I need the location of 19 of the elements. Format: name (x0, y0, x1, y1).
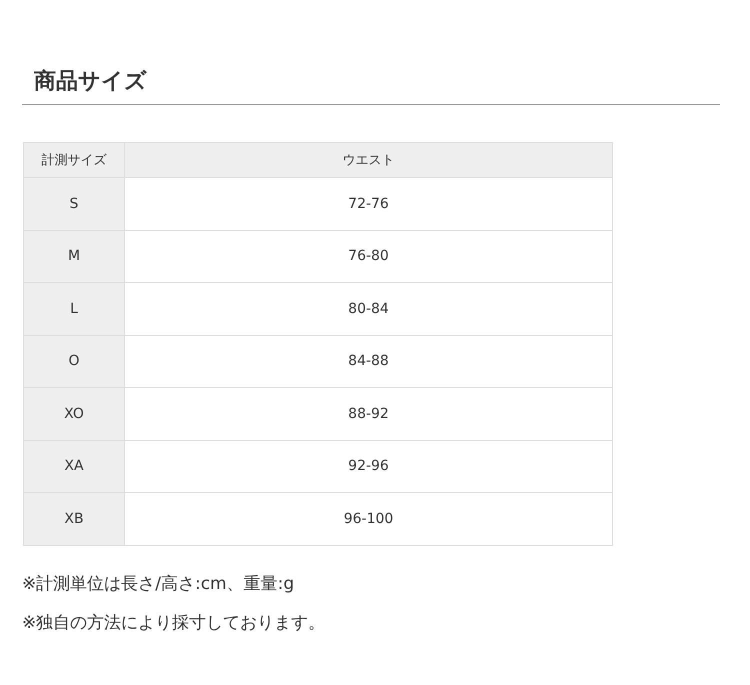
note-text: ※独自の方法により採寸しております。 (22, 612, 326, 634)
table-cell: XO (24, 388, 124, 440)
table-cell: 72-76 (124, 178, 612, 230)
table-cell: S (24, 178, 124, 230)
table-cell: 80-84 (124, 282, 612, 335)
table-cell: 76-80 (124, 230, 612, 282)
note-text: ※計測単位は長さ/高さ:cm、重量:g (22, 572, 296, 596)
column-header: ウエスト (124, 142, 612, 178)
table-cell: L (24, 282, 124, 335)
column-header: 計測サイズ (24, 142, 124, 178)
table-cell: 92-96 (124, 440, 612, 492)
table-cell: 84-88 (124, 335, 612, 388)
table-cell: O (24, 335, 124, 388)
table-cell: M (24, 230, 124, 282)
table-cell: XA (24, 440, 124, 492)
table-cell: 88-92 (124, 388, 612, 440)
table-cell: 96-100 (124, 492, 612, 545)
table-cell: XB (24, 492, 124, 545)
section-title: 商品サイズ (34, 68, 148, 96)
